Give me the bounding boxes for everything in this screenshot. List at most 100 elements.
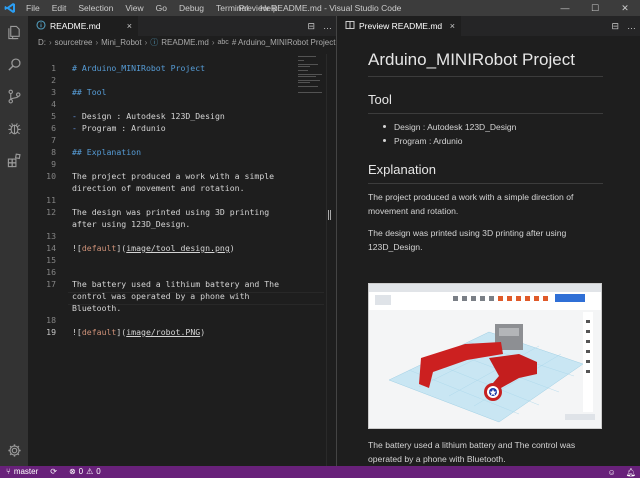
breadcrumb-drive[interactable]: D: <box>38 38 46 47</box>
line-text: The design was printed using 3D printing <box>72 207 270 217</box>
editor-scrollbar[interactable] <box>326 54 334 466</box>
smiley-icon[interactable]: ☺ <box>608 468 616 477</box>
code-line[interactable]: direction of movement and rotation. <box>28 182 298 194</box>
code-line[interactable]: 12 The design was printed using 3D printi… <box>28 206 298 218</box>
code-line[interactable]: 11 <box>28 194 298 206</box>
close-tab-icon[interactable]: × <box>127 21 132 31</box>
code-line[interactable]: control was operated by a phone with <box>28 290 298 302</box>
menu-file[interactable]: File <box>20 0 46 16</box>
editor-split-handle[interactable] <box>328 210 331 220</box>
code-line[interactable]: Bluetooth. <box>28 302 298 314</box>
code-line[interactable]: 10 The project produced a work with a sim… <box>28 170 298 182</box>
menu-help[interactable]: Help <box>254 0 283 16</box>
split-editor-icon[interactable]: ⊟ <box>307 21 315 32</box>
code-line[interactable]: 17 The battery used a lithium battery and… <box>28 278 298 290</box>
line-text: after using 123D_Design. <box>72 219 191 229</box>
line-number: 7 <box>51 135 56 145</box>
git-branch-icon: ⑂ <box>6 467 11 476</box>
breadcrumb-folder-sourcetree[interactable]: sourcetree <box>55 38 93 47</box>
settings-gear-icon[interactable] <box>0 436 28 464</box>
code-line[interactable]: 2 <box>28 74 298 86</box>
source-control-icon[interactable] <box>0 82 28 110</box>
heading-divider <box>368 183 603 184</box>
breadcrumb-file[interactable]: README.md <box>161 38 209 47</box>
debug-icon[interactable] <box>0 114 28 142</box>
tab-readme[interactable]: README.md × <box>28 16 138 36</box>
extensions-icon[interactable] <box>0 146 28 174</box>
breadcrumb-folder-mini-robot[interactable]: Mini_Robot <box>101 38 141 47</box>
line-text: # Arduino_MINIRobot Project <box>72 63 206 73</box>
breadcrumb-symbol[interactable]: # Arduino_MINIRobot Project <box>232 38 336 47</box>
bell-icon[interactable]: 🔔︎ <box>626 468 636 477</box>
split-editor-icon[interactable]: ⊟ <box>611 21 619 32</box>
preview-paragraph: The design was printed using 3D printing… <box>368 228 567 252</box>
code-line[interactable]: 1 # Arduino_MINIRobot Project <box>28 62 298 74</box>
code-line[interactable]: 6 - Program : Ardunio <box>28 122 298 134</box>
vscode-logo-icon <box>0 0 20 16</box>
preview-group: Preview README.md × ⊟ … Arduino_MINIRobo… <box>336 16 640 466</box>
code-line[interactable]: 3 ## Tool <box>28 86 298 98</box>
chevron-right-icon: › <box>49 38 52 47</box>
preview-heading-tool: Tool <box>368 92 392 107</box>
line-number: 12 <box>46 207 56 217</box>
tab-label: README.md <box>50 21 101 31</box>
problems-indicator[interactable]: ⊗ 0 ⚠ 0 <box>63 466 107 478</box>
files-icon[interactable] <box>0 18 28 46</box>
sync-button[interactable]: ⟳ <box>44 466 63 478</box>
code-line[interactable]: 15 <box>28 254 298 266</box>
code-line[interactable]: 13 <box>28 230 298 242</box>
line-text: The battery used a lithium battery and T… <box>72 279 280 289</box>
line-number: 6 <box>51 123 56 133</box>
line-number: 8 <box>51 147 56 157</box>
preview-actions: ⊟ … <box>611 16 636 36</box>
line-number: 13 <box>46 231 56 241</box>
menu-debug[interactable]: Debug <box>173 0 210 16</box>
list-item: Program : Ardunio <box>382 134 516 148</box>
minimap[interactable] <box>296 54 324 94</box>
title-divider <box>368 76 603 77</box>
code-editor[interactable]: 1 # Arduino_MINIRobot Project 2 3 ## Tool 4 5 -… <box>28 54 328 466</box>
line-text: The project produced a work with a simpl… <box>72 171 275 181</box>
menu-selection[interactable]: Selection <box>72 0 119 16</box>
maximize-button[interactable]: ☐ <box>580 0 610 16</box>
close-tab-icon[interactable]: × <box>450 21 455 31</box>
line-text: Bluetooth. <box>72 303 122 313</box>
tab-preview-readme[interactable]: Preview README.md × <box>337 16 461 36</box>
code-line[interactable]: 9 <box>28 158 298 170</box>
line-number: 18 <box>46 315 56 325</box>
code-line[interactable]: after using 123D_Design. <box>28 218 298 230</box>
code-line[interactable]: 18 <box>28 314 298 326</box>
code-line[interactable]: 19 ![default](image/robot.PNG) <box>28 326 298 338</box>
code-line[interactable]: 14 ![default](image/tool_design.png) <box>28 242 298 254</box>
warning-icon: ⚠ <box>86 467 94 476</box>
activity-bar <box>0 16 28 466</box>
menu-edit[interactable]: Edit <box>46 0 73 16</box>
chevron-right-icon: › <box>211 38 215 47</box>
status-bar: ⑂ master ⟳ ⊗ 0 ⚠ 0 ☺ 🔔︎ <box>0 466 640 478</box>
line-number: 3 <box>51 87 56 97</box>
more-actions-icon[interactable]: … <box>627 21 636 31</box>
menu-view[interactable]: View <box>119 0 149 16</box>
line-text: ![default](image/tool_design.png) <box>72 243 235 253</box>
menu-terminal[interactable]: Terminal <box>210 0 254 16</box>
error-icon: ⊗ <box>68 467 76 476</box>
code-line[interactable]: 16 <box>28 266 298 278</box>
close-window-button[interactable]: ✕ <box>610 0 640 16</box>
line-text: control was operated by a phone with <box>72 291 250 301</box>
more-actions-icon[interactable]: … <box>323 21 332 31</box>
code-line[interactable]: 7 <box>28 134 298 146</box>
search-icon[interactable] <box>0 50 28 78</box>
tool-design-screenshot-image <box>368 283 602 429</box>
preview-paragraph: The project produced a work with a simpl… <box>368 192 574 216</box>
menu-bar: File Edit Selection View Go Debug Termin… <box>20 0 284 16</box>
line-number: 15 <box>46 255 56 265</box>
code-line[interactable]: 4 <box>28 98 298 110</box>
code-line[interactable]: 5 - Design : Autodesk 123D_Design <box>28 110 298 122</box>
branch-indicator[interactable]: ⑂ master <box>0 466 44 478</box>
branch-name: master <box>13 467 39 476</box>
warning-count: 0 <box>96 467 101 476</box>
menu-go[interactable]: Go <box>150 0 173 16</box>
line-number: 16 <box>46 267 56 277</box>
minimize-button[interactable]: — <box>550 0 580 16</box>
code-line[interactable]: 8 ## Explanation <box>28 146 298 158</box>
